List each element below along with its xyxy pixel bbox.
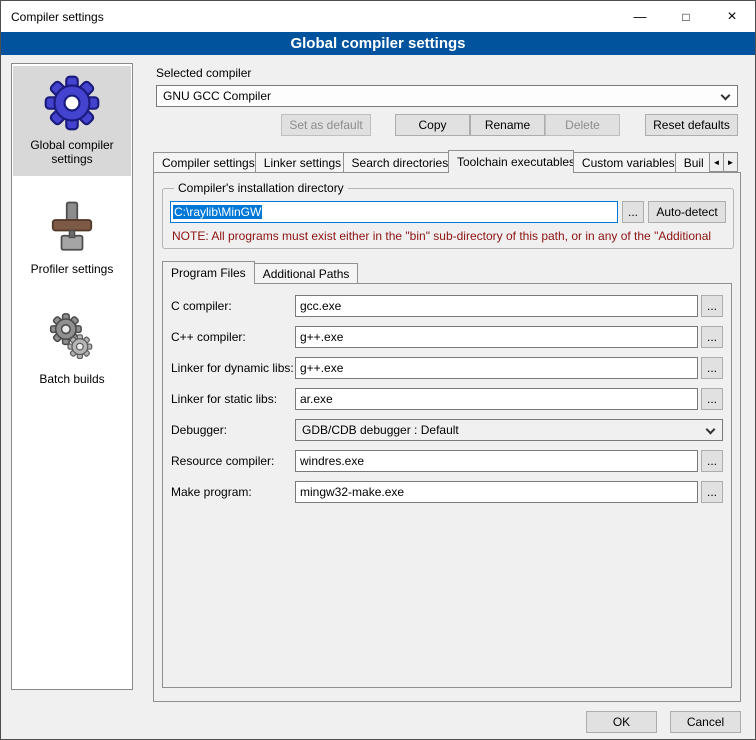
- static-linker-label: Linker for static libs:: [171, 392, 295, 406]
- blue-gear-icon: [44, 75, 100, 131]
- c-compiler-browse-button[interactable]: ...: [701, 295, 723, 317]
- rename-button[interactable]: Rename: [470, 114, 545, 136]
- make-program-browse-button[interactable]: ...: [701, 481, 723, 503]
- gray-gears-icon: [44, 309, 100, 365]
- sidebar-item-profiler-settings[interactable]: Profiler settings: [13, 190, 131, 286]
- sidebar-item-label: Batch builds: [39, 372, 104, 386]
- dialog-footer: OK Cancel: [146, 711, 747, 733]
- compiler-actions: Set as default Copy Rename Delete Reset …: [146, 114, 747, 136]
- compiler-settings-dialog: Compiler settings — □ × Global compiler …: [0, 0, 756, 740]
- minimize-icon: —: [634, 9, 647, 24]
- resource-compiler-browse-button[interactable]: ...: [701, 450, 723, 472]
- cpp-compiler-input[interactable]: [295, 326, 698, 348]
- reset-defaults-button[interactable]: Reset defaults: [645, 114, 738, 136]
- selected-compiler-dropdown[interactable]: GNU GCC Compiler: [156, 85, 738, 107]
- dynamic-linker-label: Linker for dynamic libs:: [171, 361, 295, 375]
- toolchain-executables-page: Compiler's installation directory C:\ray…: [153, 172, 741, 702]
- settings-category-list: Global compiler settings Profiler settin…: [11, 63, 133, 690]
- ok-button[interactable]: OK: [586, 711, 657, 733]
- page-title: Global compiler settings: [1, 32, 755, 55]
- cpp-compiler-browse-button[interactable]: ...: [701, 326, 723, 348]
- subtab-additional-paths[interactable]: Additional Paths: [254, 263, 359, 283]
- tab-scroll-right-button[interactable]: ►: [723, 152, 738, 172]
- sidebar-item-global-compiler-settings[interactable]: Global compiler settings: [13, 66, 131, 176]
- tab-search-directories[interactable]: Search directories: [343, 152, 449, 172]
- installation-directory-browse-button[interactable]: ...: [622, 201, 644, 223]
- field-row: Debugger: GDB/CDB debugger : Default: [171, 419, 723, 441]
- chevron-down-icon: [721, 91, 731, 101]
- installation-directory-note: NOTE: All programs must exist either in …: [172, 229, 726, 243]
- resource-compiler-input[interactable]: [295, 450, 698, 472]
- profiler-tool-icon: [44, 199, 100, 255]
- cancel-button[interactable]: Cancel: [670, 711, 741, 733]
- maximize-button[interactable]: □: [663, 1, 709, 32]
- delete-button: Delete: [545, 114, 620, 136]
- tab-scroll-left-button[interactable]: ◄: [709, 152, 724, 172]
- maximize-icon: □: [682, 10, 689, 24]
- field-row: Linker for static libs: ...: [171, 388, 723, 410]
- field-row: C++ compiler: ...: [171, 326, 723, 348]
- installation-directory-value: C:\raylib\MinGW: [173, 205, 262, 219]
- title-bar: Compiler settings — □ ×: [1, 1, 755, 32]
- debugger-value: GDB/CDB debugger : Default: [302, 423, 459, 437]
- static-linker-input[interactable]: [295, 388, 698, 410]
- tab-build-options-clipped[interactable]: Buil: [675, 152, 711, 172]
- field-row: Resource compiler: ...: [171, 450, 723, 472]
- debugger-label: Debugger:: [171, 423, 295, 437]
- program-files-page: C compiler: ... C++ compiler: ... Linker…: [162, 283, 732, 688]
- auto-detect-button[interactable]: Auto-detect: [648, 201, 726, 223]
- copy-button[interactable]: Copy: [395, 114, 470, 136]
- debugger-select[interactable]: GDB/CDB debugger : Default: [295, 419, 723, 441]
- resource-compiler-label: Resource compiler:: [171, 454, 295, 468]
- tab-compiler-settings[interactable]: Compiler settings: [153, 152, 256, 172]
- selected-compiler-label: Selected compiler: [156, 66, 747, 81]
- chevron-down-icon: [706, 425, 716, 435]
- installation-directory-row: C:\raylib\MinGW ... Auto-detect: [170, 201, 726, 223]
- selected-compiler-value: GNU GCC Compiler: [163, 89, 271, 103]
- set-as-default-button: Set as default: [281, 114, 371, 136]
- field-row: Linker for dynamic libs: ...: [171, 357, 723, 379]
- window-title: Compiler settings: [1, 10, 617, 24]
- main-panel: Selected compiler GNU GCC Compiler Set a…: [146, 63, 747, 733]
- c-compiler-label: C compiler:: [171, 299, 295, 313]
- sidebar-item-label: Profiler settings: [31, 262, 114, 276]
- close-button[interactable]: ×: [709, 1, 755, 32]
- minimize-button[interactable]: —: [617, 1, 663, 32]
- sidebar-item-label: Global compiler settings: [16, 138, 128, 166]
- make-program-label: Make program:: [171, 485, 295, 499]
- settings-tab-bar: Compiler settings Linker settings Search…: [146, 149, 747, 172]
- dynamic-linker-browse-button[interactable]: ...: [701, 357, 723, 379]
- tab-toolchain-executables[interactable]: Toolchain executables: [448, 150, 574, 173]
- c-compiler-input[interactable]: [295, 295, 698, 317]
- field-row: C compiler: ...: [171, 295, 723, 317]
- tab-linker-settings[interactable]: Linker settings: [255, 152, 344, 172]
- program-files-tab-bar: Program Files Additional Paths: [162, 260, 740, 283]
- subtab-program-files[interactable]: Program Files: [162, 261, 255, 284]
- field-row: Make program: ...: [171, 481, 723, 503]
- installation-directory-input[interactable]: C:\raylib\MinGW: [170, 201, 618, 223]
- installation-directory-group-title: Compiler's installation directory: [174, 181, 348, 195]
- make-program-input[interactable]: [295, 481, 698, 503]
- tab-custom-variables[interactable]: Custom variables: [573, 152, 676, 172]
- arrow-right-icon: ►: [727, 158, 735, 167]
- static-linker-browse-button[interactable]: ...: [701, 388, 723, 410]
- sidebar-item-batch-builds[interactable]: Batch builds: [13, 300, 131, 396]
- close-icon: ×: [727, 8, 736, 26]
- installation-directory-group: Compiler's installation directory C:\ray…: [162, 181, 734, 249]
- cpp-compiler-label: C++ compiler:: [171, 330, 295, 344]
- arrow-left-icon: ◄: [713, 158, 721, 167]
- tab-scroll-buttons: ◄ ►: [710, 152, 738, 172]
- dynamic-linker-input[interactable]: [295, 357, 698, 379]
